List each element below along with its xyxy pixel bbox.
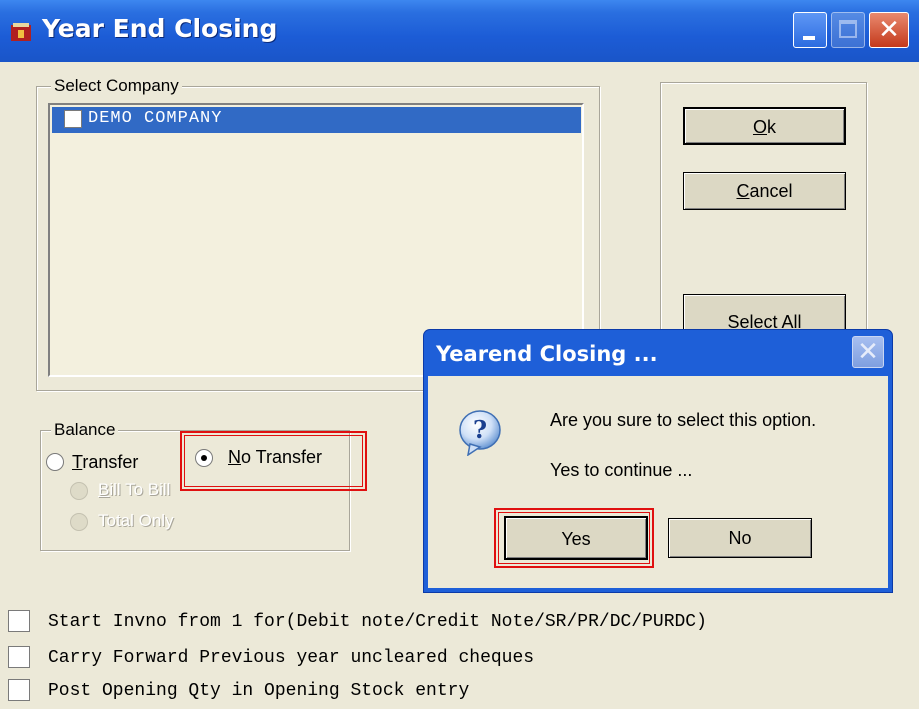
bill-to-bill-access-key: B (98, 480, 110, 499)
transfer-access-key: T (72, 452, 83, 472)
company-name: DEMO COMPANY (88, 109, 223, 128)
bill-to-bill-radio (70, 482, 88, 500)
transfer-label[interactable]: Transfer (72, 452, 138, 473)
company-checkbox[interactable] (64, 110, 82, 128)
ok-button[interactable]: Ok (683, 107, 846, 145)
question-icon: ? (459, 410, 501, 456)
select-all-label: Select All (727, 312, 802, 332)
yes-button[interactable]: Yes (504, 516, 648, 560)
ok-label: k (767, 117, 776, 137)
dialog-body: ? Are you sure to select this option. Ye… (428, 376, 888, 588)
confirm-dialog: Yearend Closing ... ✕ ? Are you sure to … (424, 330, 892, 592)
select-all-button[interactable]: Select All (683, 294, 846, 332)
no-transfer-radio[interactable] (195, 449, 213, 467)
carry-forward-checkbox[interactable] (8, 646, 30, 668)
bill-to-bill-label-rest: ill To Bill (109, 480, 171, 499)
year-end-closing-window: Year End Closing ✕ Select Company DEMO C… (0, 0, 919, 709)
balance-legend: Balance (51, 420, 119, 440)
svg-text:?: ? (473, 415, 487, 444)
dialog-close-button[interactable]: ✕ (852, 336, 884, 368)
title-bar[interactable]: Year End Closing ✕ (0, 0, 919, 62)
no-transfer-label-rest: o Transfer (241, 447, 323, 467)
maximize-button (831, 12, 865, 48)
window-title: Year End Closing (42, 14, 278, 43)
close-icon: ✕ (878, 15, 900, 45)
bill-to-bill-label: Bill To Bill (98, 480, 170, 500)
minimize-button[interactable] (793, 12, 827, 48)
close-button[interactable]: ✕ (869, 12, 909, 48)
total-only-label: Total Only (98, 511, 174, 530)
dialog-message: Are you sure to select this option. (550, 410, 817, 430)
dialog-close-icon: ✕ (857, 337, 879, 367)
cancel-button[interactable]: Cancel (683, 172, 846, 210)
transfer-radio[interactable] (46, 453, 64, 471)
dialog-title: Yearend Closing ... (436, 342, 658, 366)
select-company-legend: Select Company (51, 76, 182, 96)
minimize-icon (803, 36, 815, 40)
dialog-sub-message: Yes to continue ... (550, 460, 693, 480)
ok-access-key: O (752, 117, 767, 137)
no-transfer-access-key: N (228, 447, 241, 467)
cancel-label: ancel (749, 181, 793, 201)
app-icon (11, 23, 31, 41)
no-label: No (728, 528, 752, 548)
cancel-access-key: C (736, 181, 750, 201)
start-invno-label[interactable]: Start Invno from 1 for(Debit note/Credit… (48, 612, 707, 632)
carry-forward-label[interactable]: Carry Forward Previous year uncleared ch… (48, 648, 534, 668)
total-only-radio (70, 513, 88, 531)
post-opening-qty-label[interactable]: Post Opening Qty in Opening Stock entry (48, 681, 469, 701)
no-button[interactable]: No (668, 518, 812, 558)
start-invno-checkbox[interactable] (8, 610, 30, 632)
post-opening-qty-checkbox[interactable] (8, 679, 30, 701)
no-transfer-label[interactable]: No Transfer (228, 447, 322, 468)
transfer-label-rest: ransfer (82, 452, 139, 472)
list-item[interactable]: DEMO COMPANY (52, 107, 581, 133)
yes-label: Yes (561, 529, 591, 549)
maximize-icon (839, 20, 857, 38)
